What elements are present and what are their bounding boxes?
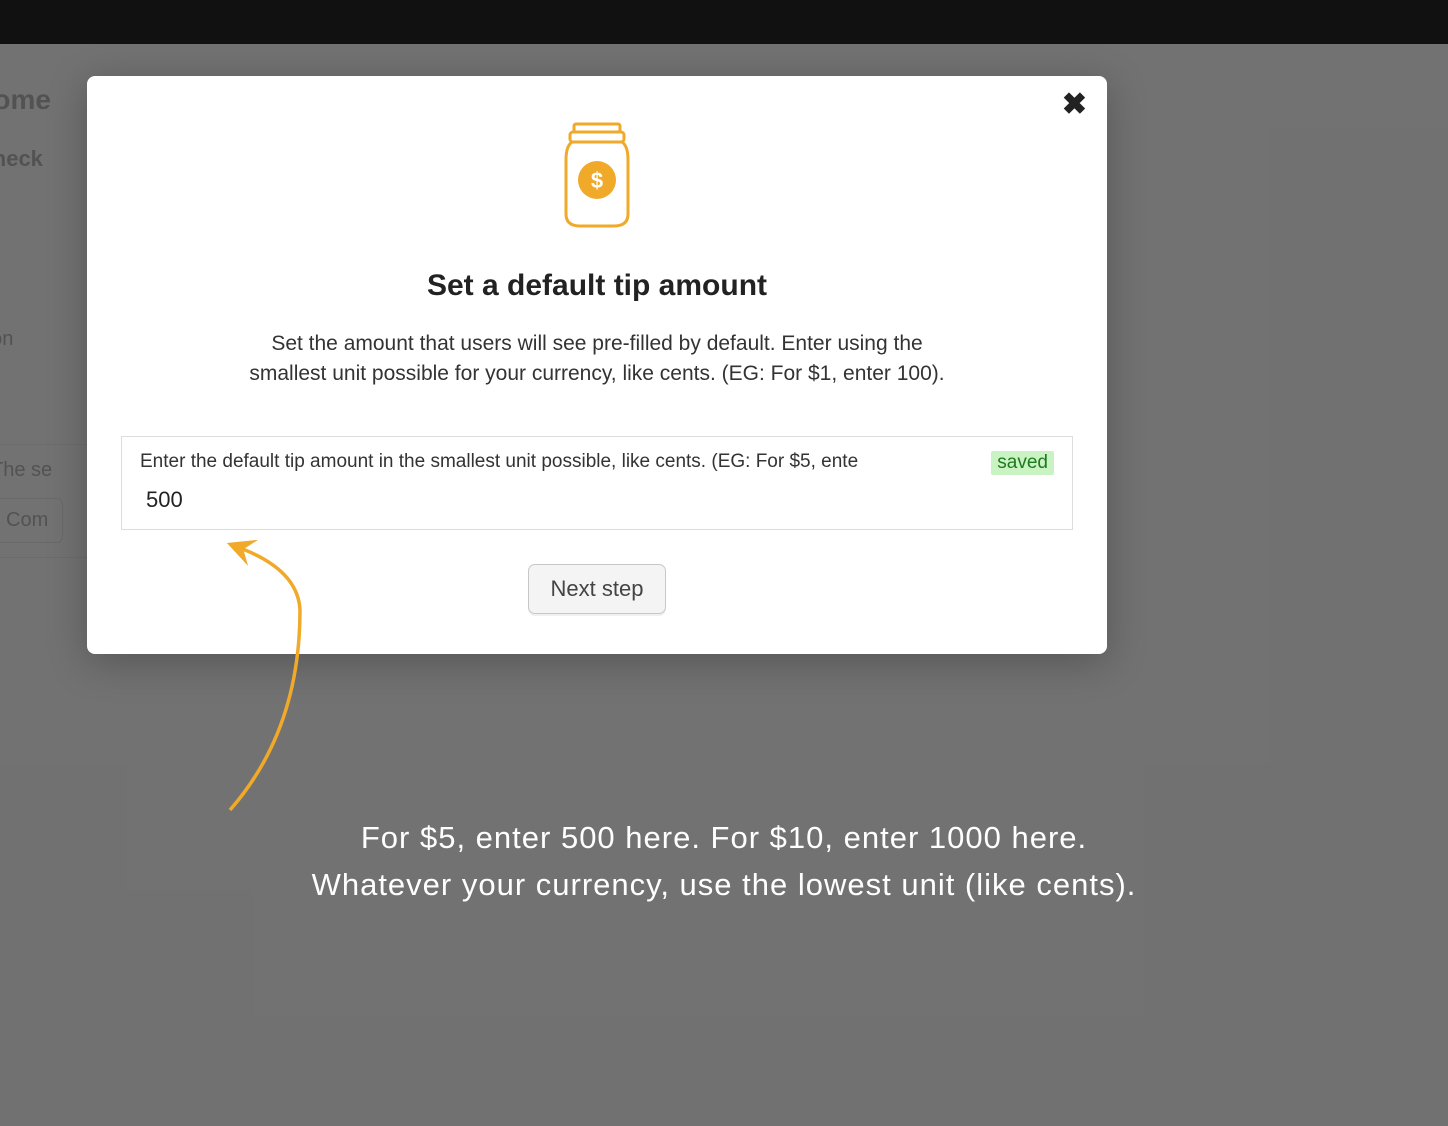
annotation-line-1: For $5, enter 500 here. For $10, enter 1… xyxy=(0,815,1448,862)
app-top-bar xyxy=(0,0,1448,44)
svg-text:$: $ xyxy=(591,168,603,193)
annotation-line-2: Whatever your currency, use the lowest u… xyxy=(0,862,1448,909)
close-icon[interactable]: ✖ xyxy=(1062,90,1087,120)
tip-jar-icon: $ xyxy=(121,122,1073,235)
tip-amount-input[interactable] xyxy=(140,487,1054,513)
default-tip-modal: ✖ $ Set a default tip amount Set the amo… xyxy=(87,76,1107,654)
annotation-text: For $5, enter 500 here. For $10, enter 1… xyxy=(0,815,1448,908)
modal-title: Set a default tip amount xyxy=(121,269,1073,303)
saved-badge: saved xyxy=(991,451,1054,475)
next-step-button[interactable]: Next step xyxy=(528,564,667,614)
tip-amount-label: Enter the default tip amount in the smal… xyxy=(140,451,1054,473)
tip-amount-field-container: Enter the default tip amount in the smal… xyxy=(121,436,1073,530)
modal-description: Set the amount that users will see pre-f… xyxy=(247,329,947,390)
